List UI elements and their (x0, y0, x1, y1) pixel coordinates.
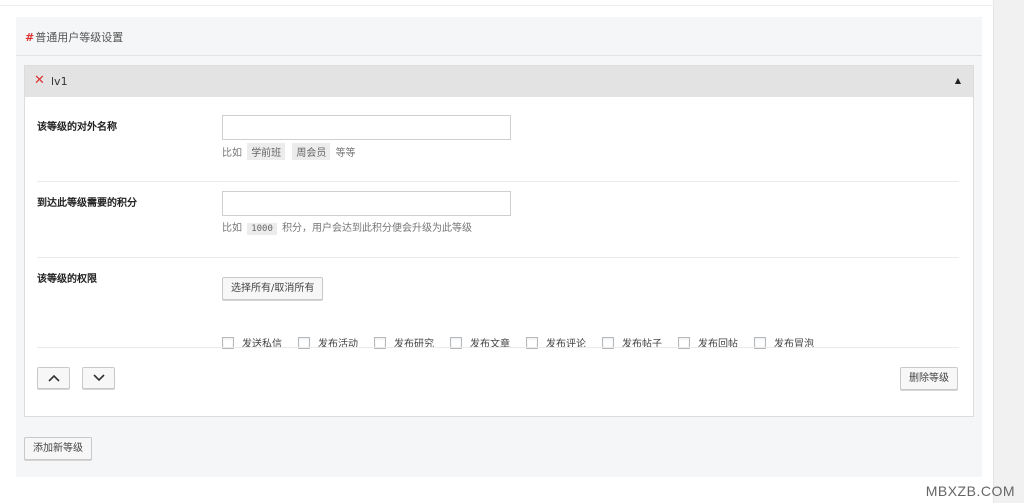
points-input[interactable] (222, 191, 511, 216)
example-tag: 周会员 (292, 143, 331, 160)
display-name-label: 该等级的对外名称 (37, 122, 117, 133)
section-divider (16, 55, 982, 56)
hint-suffix: 积分，用户会达到此积分便会升级为此等级 (282, 223, 473, 234)
delete-level-button[interactable]: 删除等级 (900, 367, 958, 390)
chevron-down-icon (92, 374, 105, 382)
section-title-text: 普通用户等级设置 (35, 31, 124, 44)
settings-page: #普通用户等级设置 ✕ lv1 ▲ 该等级的对外名称 比如 学前班 周会员 等等… (0, 0, 994, 503)
move-up-button[interactable] (37, 367, 70, 389)
toggle-all-button[interactable]: 选择所有/取消所有 (222, 277, 324, 300)
add-level-button[interactable]: 添加新等级 (24, 437, 92, 460)
level-panel: ✕ lv1 ▲ 该等级的对外名称 比如 学前班 周会员 等等 到达此等级需要的积… (24, 65, 974, 417)
hint-prefix: 比如 (222, 223, 242, 234)
triangle-up-icon[interactable]: ▲ (955, 76, 961, 85)
top-divider (0, 5, 994, 6)
points-hint: 比如 1000 积分，用户会达到此积分便会升级为此等级 (222, 219, 472, 235)
row-divider (37, 257, 959, 258)
row-divider (37, 181, 959, 182)
watermark: MBXZB.COM (925, 483, 1015, 499)
level-name: lv1 (51, 75, 68, 88)
section-title: #普通用户等级设置 (25, 29, 123, 45)
display-name-hint: 比如 学前班 周会员 等等 (222, 143, 356, 160)
display-name-input[interactable] (222, 115, 511, 140)
user-level-section: #普通用户等级设置 ✕ lv1 ▲ 该等级的对外名称 比如 学前班 周会员 等等… (16, 17, 982, 477)
hint-prefix: 比如 (222, 148, 242, 159)
move-down-button[interactable] (82, 367, 115, 389)
hint-suffix: 等等 (335, 148, 356, 159)
level-header[interactable]: ✕ lv1 ▲ (25, 66, 973, 97)
section-hash: # (25, 31, 35, 44)
points-label: 到达此等级需要的积分 (37, 198, 137, 209)
example-code: 1000 (247, 223, 277, 235)
permissions-label: 该等级的权限 (37, 274, 97, 285)
row-divider (37, 347, 959, 348)
example-tag: 学前班 (247, 143, 286, 160)
chevron-up-icon (47, 374, 60, 382)
close-icon[interactable]: ✕ (34, 73, 45, 88)
